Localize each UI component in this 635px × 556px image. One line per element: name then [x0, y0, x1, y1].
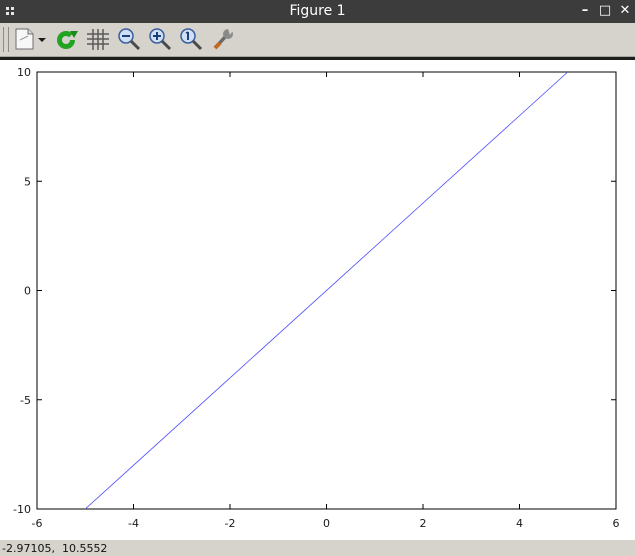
x-tick-label: 6 — [613, 517, 620, 530]
x-tick-label: 2 — [420, 517, 427, 530]
x-tick-label: -6 — [32, 517, 43, 530]
refresh-icon — [57, 30, 78, 49]
x-tick-label: -2 — [225, 517, 236, 530]
maximize-button[interactable]: □ — [597, 3, 613, 19]
window-title: Figure 1 — [289, 3, 346, 19]
export-icon — [15, 28, 34, 50]
grid-toggle-button[interactable] — [85, 26, 111, 52]
dropdown-arrow-icon — [38, 38, 46, 42]
y-tick-label: -5 — [20, 394, 31, 407]
plot-area[interactable]: -6 -4 -2 0 2 4 6 -10 -5 0 5 10 — [0, 60, 635, 540]
export-button[interactable] — [11, 26, 37, 52]
zoom-in-button[interactable] — [147, 26, 173, 52]
zoom-out-icon — [118, 28, 141, 51]
cursor-coordinates: -2.97105, 10.5552 — [2, 542, 108, 555]
toolbar — [0, 23, 635, 57]
plot-canvas[interactable]: -6 -4 -2 0 2 4 6 -10 -5 0 5 10 — [0, 60, 635, 540]
zoom-out-button[interactable] — [116, 26, 142, 52]
settings-button[interactable] — [210, 26, 236, 52]
y-tick-label: 0 — [24, 285, 31, 298]
grid-icon — [87, 29, 109, 50]
toolbar-handle[interactable] — [3, 27, 9, 52]
status-bar: -2.97105, 10.5552 — [0, 540, 635, 556]
zoom-reset-button[interactable] — [178, 26, 204, 52]
y-tick-label: 10 — [17, 66, 31, 79]
figure-window: Figure 1 – □ ✕ -6 -4 -2 0 2 4 6 -10 -5 0… — [0, 0, 635, 556]
x-tick-label: 4 — [516, 517, 523, 530]
minimize-button[interactable]: – — [577, 3, 593, 19]
x-tick-label: 0 — [323, 517, 330, 530]
y-tick-label: -10 — [13, 503, 31, 516]
title-bar[interactable]: Figure 1 – □ ✕ — [0, 0, 635, 23]
export-dropdown[interactable] — [36, 26, 48, 52]
zoom-in-icon — [149, 28, 172, 51]
settings-wrench-icon — [213, 29, 234, 50]
zoom-reset-icon — [180, 28, 203, 51]
refresh-button[interactable] — [53, 26, 79, 52]
x-tick-label: -4 — [128, 517, 139, 530]
close-button[interactable]: ✕ — [617, 3, 633, 19]
y-tick-label: 5 — [24, 175, 31, 188]
